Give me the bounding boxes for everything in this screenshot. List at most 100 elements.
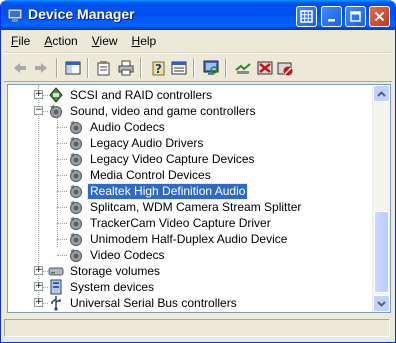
storage-volume-icon bbox=[48, 267, 64, 276]
disable-device-icon bbox=[257, 61, 273, 75]
sound-device-icon bbox=[70, 233, 82, 246]
window-title: Device Manager bbox=[28, 6, 135, 22]
menu-action[interactable]: Action bbox=[37, 30, 84, 52]
maximize-icon bbox=[350, 11, 361, 22]
update-driver-icon bbox=[235, 63, 251, 74]
toolbar: ? bbox=[4, 53, 392, 82]
restore-button[interactable] bbox=[296, 6, 317, 27]
scroll-up-button[interactable] bbox=[373, 85, 390, 102]
maximize-button[interactable] bbox=[345, 6, 366, 27]
sound-device-icon bbox=[70, 169, 82, 182]
scroll-down-button[interactable] bbox=[373, 295, 390, 312]
svg-text:?: ? bbox=[155, 62, 162, 76]
title-bar[interactable]: Device Manager bbox=[1, 0, 395, 30]
forward-button[interactable] bbox=[32, 59, 50, 77]
close-icon bbox=[374, 11, 385, 22]
tree-item-label: Sound, video and game controllers bbox=[70, 103, 256, 118]
status-bar bbox=[4, 316, 392, 338]
toolbar-separator bbox=[87, 58, 89, 78]
device-tree[interactable]: + SCSI and RAID controllers − Sound, video … bbox=[7, 84, 391, 313]
tree-connector bbox=[57, 127, 67, 128]
minimize-icon bbox=[328, 19, 335, 22]
menu-bar: File Action View Help bbox=[4, 30, 392, 53]
uninstall-device-button[interactable] bbox=[276, 59, 294, 77]
toolbar-separator bbox=[193, 58, 195, 78]
expand-toggle[interactable]: + bbox=[34, 90, 43, 99]
tree-item-label: Audio Codecs bbox=[90, 119, 165, 134]
view-icon bbox=[171, 61, 187, 75]
usb-icon bbox=[51, 296, 61, 311]
scan-hardware-icon bbox=[203, 60, 219, 75]
help-button[interactable]: ? bbox=[149, 59, 167, 77]
scan-hardware-button[interactable] bbox=[202, 59, 220, 77]
properties-button[interactable] bbox=[95, 59, 113, 77]
tree-category-item[interactable]: SCSI and RAID controllers bbox=[48, 87, 214, 103]
show-hide-console-tree-button[interactable] bbox=[64, 59, 82, 77]
sound-device-icon bbox=[70, 153, 82, 166]
tree-connector bbox=[57, 175, 67, 176]
tree-category-item[interactable]: Sound, video and game controllers bbox=[48, 103, 257, 119]
expand-toggle[interactable]: + bbox=[34, 282, 43, 291]
print-icon bbox=[118, 60, 134, 76]
minimize-button[interactable] bbox=[321, 6, 342, 27]
forward-icon bbox=[35, 63, 47, 73]
tree-device-item[interactable]: Splitcam, WDM Camera Stream Splitter bbox=[68, 199, 303, 215]
sound-device-icon bbox=[70, 249, 82, 262]
sound-device-icon bbox=[70, 137, 82, 150]
print-button[interactable] bbox=[117, 59, 135, 77]
chevron-down-icon bbox=[377, 300, 386, 307]
scsi-controller-icon bbox=[49, 87, 63, 103]
system-device-icon bbox=[50, 279, 62, 295]
tree-item-label: Legacy Audio Drivers bbox=[90, 135, 204, 150]
view-button[interactable] bbox=[170, 59, 188, 77]
sound-device-icon bbox=[50, 105, 62, 118]
tree-connector bbox=[57, 255, 67, 256]
expand-toggle[interactable]: + bbox=[34, 298, 43, 307]
menu-view[interactable]: View bbox=[85, 30, 125, 52]
tree-device-item[interactable]: Video Codecs bbox=[68, 247, 167, 263]
update-driver-button[interactable] bbox=[234, 59, 252, 77]
tree-item-label: Video Codecs bbox=[90, 247, 165, 262]
tree-connector bbox=[57, 207, 67, 208]
tree-connector bbox=[57, 239, 67, 240]
tree-device-item[interactable]: Legacy Video Capture Devices bbox=[68, 151, 257, 167]
chevron-up-icon bbox=[377, 90, 386, 97]
tree-category-item[interactable]: Storage volumes bbox=[48, 263, 162, 279]
expand-toggle[interactable]: + bbox=[34, 266, 43, 275]
properties-icon bbox=[97, 61, 110, 76]
device-manager-icon bbox=[7, 8, 23, 22]
tree-device-item[interactable]: Unimodem Half-Duplex Audio Device bbox=[68, 231, 289, 247]
tree-connector bbox=[57, 223, 67, 224]
show-hide-console-tree-icon bbox=[65, 61, 81, 75]
tree-connector bbox=[57, 159, 67, 160]
collapse-toggle[interactable]: − bbox=[34, 106, 43, 115]
tree-device-item[interactable]: TrackerCam Video Capture Driver bbox=[68, 215, 273, 231]
vertical-scrollbar[interactable] bbox=[372, 85, 390, 312]
tree-device-item[interactable]: Media Control Devices bbox=[68, 167, 213, 183]
tree-item-label: Realtek High Definition Audio bbox=[86, 182, 249, 200]
tree-item-label: Unimodem Half-Duplex Audio Device bbox=[90, 231, 288, 246]
sound-device-icon bbox=[70, 185, 82, 198]
sound-device-icon bbox=[70, 121, 82, 134]
tree-device-item[interactable]: Audio Codecs bbox=[68, 119, 167, 135]
uninstall-device-icon bbox=[277, 62, 293, 76]
toolbar-separator bbox=[56, 58, 58, 78]
sound-device-icon bbox=[70, 201, 82, 214]
tree-connector bbox=[57, 113, 58, 247]
close-button[interactable] bbox=[369, 6, 390, 27]
device-manager-window: Device Manager File Action View Help ? +… bbox=[0, 0, 396, 343]
sound-device-icon bbox=[70, 217, 82, 230]
menu-help[interactable]: Help bbox=[125, 30, 164, 52]
tree-item-label: TrackerCam Video Capture Driver bbox=[90, 215, 271, 230]
tree-item-label: SCSI and RAID controllers bbox=[70, 87, 213, 102]
back-button[interactable] bbox=[11, 59, 29, 77]
scroll-thumb[interactable] bbox=[374, 211, 389, 293]
tree-connector bbox=[57, 143, 67, 144]
menu-file[interactable]: File bbox=[4, 30, 37, 52]
tree-device-item[interactable]: Legacy Audio Drivers bbox=[68, 135, 205, 151]
tree-device-item[interactable]: Realtek High Definition Audio bbox=[68, 182, 249, 200]
disable-device-button[interactable] bbox=[256, 59, 274, 77]
tree-item-label: Legacy Video Capture Devices bbox=[90, 151, 255, 166]
tree-category-item[interactable]: System devices bbox=[48, 279, 156, 295]
tree-category-item[interactable]: Universal Serial Bus controllers bbox=[48, 295, 239, 311]
